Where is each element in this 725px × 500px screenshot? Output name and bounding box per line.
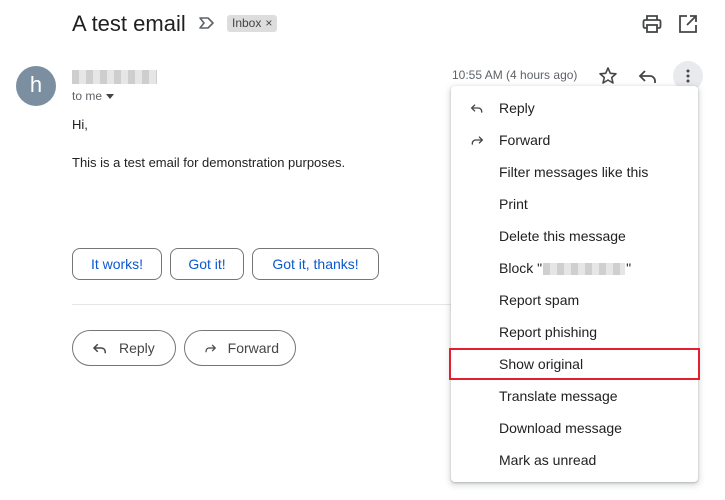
email-body-greeting: Hi, (72, 117, 88, 132)
menu-item-label: Filter messages like this (499, 164, 649, 180)
forward-button-label: Forward (227, 340, 279, 356)
menu-item-filter-messages[interactable]: Filter messages like this (451, 156, 698, 188)
more-options-menu: Reply Forward Filter messages like this … (449, 86, 700, 482)
menu-item-print[interactable]: Print (451, 188, 698, 220)
menu-item-forward[interactable]: Forward (451, 124, 698, 156)
label-text: Inbox (232, 16, 262, 30)
reply-icon[interactable] (636, 64, 660, 88)
menu-item-translate[interactable]: Translate message (451, 380, 698, 412)
reply-icon (92, 343, 106, 354)
reply-button-label: Reply (119, 340, 155, 356)
open-in-new-window-icon[interactable] (676, 12, 700, 36)
reply-button[interactable]: Reply (72, 330, 176, 366)
smart-reply-button[interactable]: It works! (72, 248, 162, 280)
menu-item-label: Report phishing (499, 324, 598, 340)
menu-item-block-sender[interactable]: Block " " (451, 252, 698, 284)
menu-item-download[interactable]: Download message (451, 412, 698, 444)
menu-item-label: Forward (499, 132, 551, 148)
email-body-line: This is a test email for demonstration p… (72, 155, 346, 170)
menu-item-mark-unread[interactable]: Mark as unread (451, 444, 698, 476)
smart-reply-button[interactable]: Got it! (170, 248, 244, 280)
remove-label-button[interactable]: × (265, 15, 272, 32)
menu-item-label: Mark as unread (499, 452, 597, 468)
divider (72, 304, 452, 305)
recipient-details-toggle[interactable]: to me (72, 89, 115, 103)
blocked-sender-redacted (543, 263, 626, 276)
email-timestamp: 10:55 AM (4 hours ago) (452, 68, 578, 82)
forward-icon (471, 136, 484, 145)
menu-item-delete[interactable]: Delete this message (451, 220, 698, 252)
forward-icon (205, 344, 217, 353)
menu-item-show-original[interactable]: Show original (449, 348, 700, 380)
menu-item-label: Report spam (499, 292, 580, 308)
inbox-label-chip: Inbox × (227, 15, 278, 32)
menu-item-label: Reply (499, 100, 535, 116)
menu-item-label: Show original (499, 356, 584, 372)
menu-item-label: Delete this message (499, 228, 626, 244)
sender-name-redacted[interactable] (72, 70, 157, 84)
block-suffix: " (626, 260, 632, 276)
menu-item-reply[interactable]: Reply (451, 92, 698, 124)
importance-marker-icon[interactable] (198, 14, 216, 32)
star-icon[interactable] (596, 64, 620, 88)
reply-icon (470, 104, 483, 113)
chevron-down-icon (106, 93, 115, 99)
forward-button[interactable]: Forward (184, 330, 296, 366)
more-vertical-icon (686, 69, 690, 83)
smart-reply-button[interactable]: Got it, thanks! (252, 248, 379, 280)
block-prefix: Block " (499, 260, 543, 276)
email-subject: A test email (72, 11, 186, 36)
menu-item-label: Print (499, 196, 528, 212)
sender-avatar[interactable]: h (16, 66, 56, 106)
recipient-text: to me (72, 89, 103, 103)
print-icon[interactable] (640, 12, 664, 36)
menu-item-label: Download message (499, 420, 622, 436)
menu-item-report-phishing[interactable]: Report phishing (451, 316, 698, 348)
menu-item-label: Translate message (499, 388, 618, 404)
menu-item-label: Block " " (499, 259, 631, 277)
menu-item-report-spam[interactable]: Report spam (451, 284, 698, 316)
